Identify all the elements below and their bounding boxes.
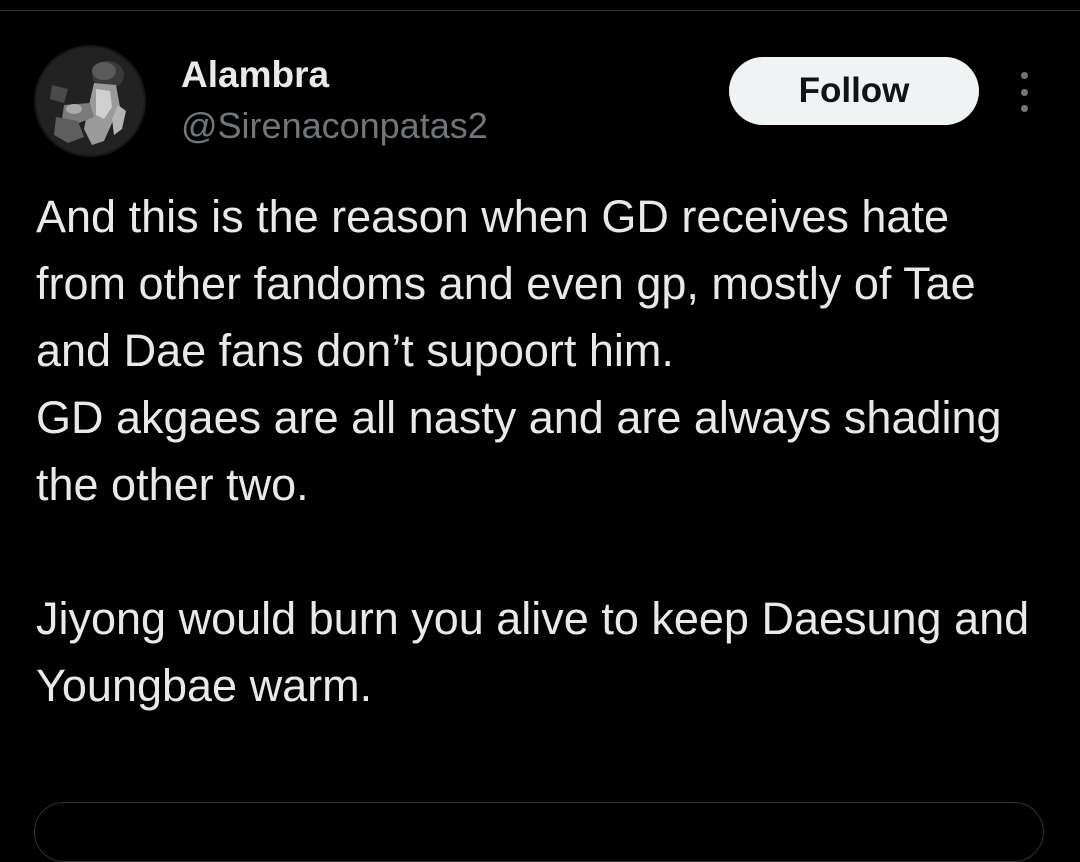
more-options-vertical-dots-icon[interactable] xyxy=(1004,68,1044,116)
tweet-paragraph: And this is the reason when GD receives … xyxy=(36,191,1002,510)
author-name[interactable]: Alambra xyxy=(181,53,329,97)
tweet-text: And this is the reason when GD receives … xyxy=(36,183,1046,719)
avatar[interactable] xyxy=(34,45,146,157)
follow-button[interactable]: Follow xyxy=(729,57,979,125)
quoted-tweet-card[interactable] xyxy=(34,802,1044,862)
author-handle[interactable]: @Sirenaconpatas2 xyxy=(181,104,488,148)
more-dot xyxy=(1020,105,1028,112)
user-avatar-photo xyxy=(34,45,146,157)
tweet: Alambra @Sirenaconpatas2 Follow And this… xyxy=(0,0,1080,862)
more-dot xyxy=(1020,88,1028,96)
more-dot xyxy=(1020,72,1028,79)
tweet-paragraph: Jiyong would burn you alive to keep Daes… xyxy=(36,593,1030,711)
